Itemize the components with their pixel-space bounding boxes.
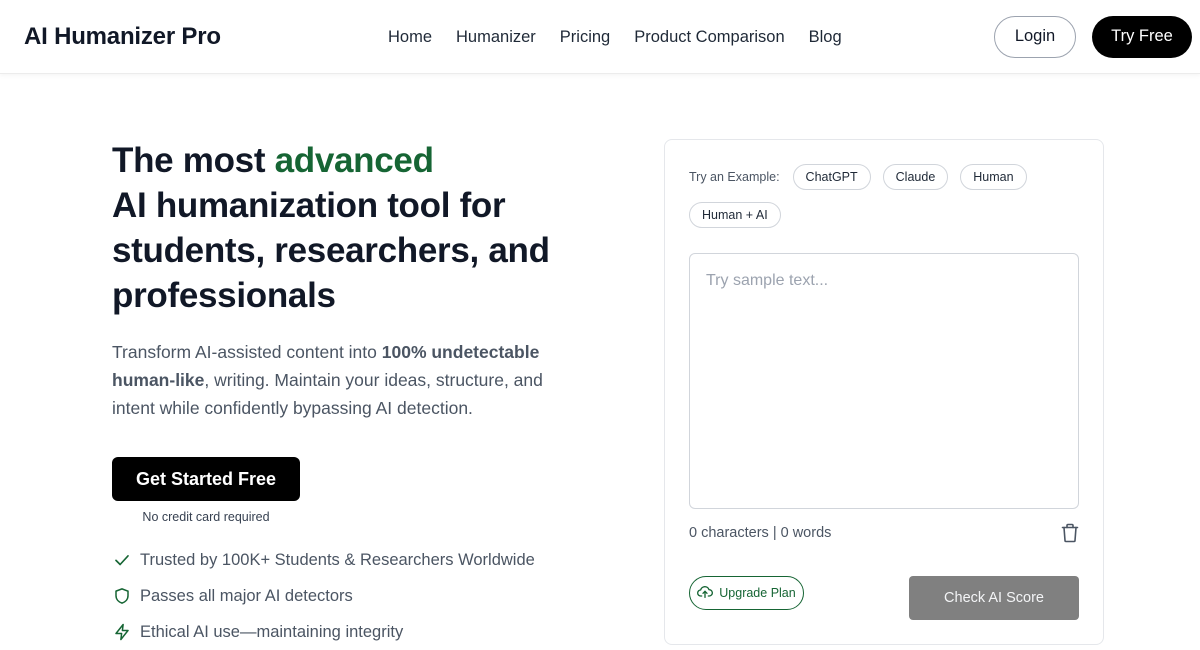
feature-item: Passes all major AI detectors [112,584,535,608]
nav-blog-link[interactable]: Blog [809,28,842,47]
login-button[interactable]: Login [994,15,1076,58]
feature-item: Ethical AI use—maintaining integrity [112,620,535,644]
character-word-count: 0 characters | 0 words [689,525,832,541]
hero-title-rest: AI humanization tool for students, resea… [112,186,550,315]
example-claude-chip[interactable]: Claude [882,164,949,190]
top-navbar: AI Humanizer Pro Home Humanizer Pricing … [0,0,1200,74]
feature-list: Trusted by 100K+ Students & Researchers … [112,548,535,650]
feature-text: Ethical AI use—maintaining integrity [140,622,404,641]
example-chips: Try an Example: ChatGPT Claude Human Hum… [689,164,1089,228]
hero-title-accent: advanced [274,141,434,180]
sample-text-input[interactable] [689,253,1079,509]
lightning-icon [112,622,132,642]
nav-home-link[interactable]: Home [388,28,432,47]
trash-icon[interactable] [1059,522,1081,544]
no-credit-card-note: No credit card required [142,510,270,524]
try-free-button[interactable]: Try Free [1092,15,1192,58]
examples-label: Try an Example: [689,170,780,184]
get-started-free-button[interactable]: Get Started Free [112,457,300,501]
ai-check-panel: Try an Example: ChatGPT Claude Human Hum… [664,139,1104,645]
main-nav: Home Humanizer Pricing Product Compariso… [388,0,842,74]
check-ai-score-button[interactable]: Check AI Score [909,576,1079,620]
hero-section: The most advanced AI humanization tool fo… [112,138,612,422]
nav-product-comparison-link[interactable]: Product Comparison [634,28,784,47]
check-icon [112,550,132,570]
hero-title: The most advanced AI humanization tool fo… [112,138,612,318]
hero-title-prefix: The most [112,141,275,180]
feature-text: Trusted by 100K+ Students & Researchers … [140,550,535,569]
nav-humanizer-link[interactable]: Humanizer [456,28,536,47]
cta-block: Get Started Free No credit card required [112,457,300,524]
header-actions: Login Try Free [994,15,1192,58]
example-human-chip[interactable]: Human [960,164,1027,190]
example-human-ai-chip[interactable]: Human + AI [689,202,781,228]
hero-desc-part1: Transform AI-assisted content into [112,342,382,362]
hero-description: Transform AI-assisted content into 100% … [112,338,562,422]
cloud-upload-icon [697,585,714,602]
brand-logo-text[interactable]: AI Humanizer Pro [24,23,221,51]
feature-text: Passes all major AI detectors [140,586,353,605]
upgrade-plan-button[interactable]: Upgrade Plan [689,576,804,610]
example-chatgpt-chip[interactable]: ChatGPT [792,164,871,190]
upgrade-plan-label: Upgrade Plan [719,586,796,600]
shield-icon [112,586,132,606]
feature-item: Trusted by 100K+ Students & Researchers … [112,548,535,572]
nav-pricing-link[interactable]: Pricing [560,28,610,47]
